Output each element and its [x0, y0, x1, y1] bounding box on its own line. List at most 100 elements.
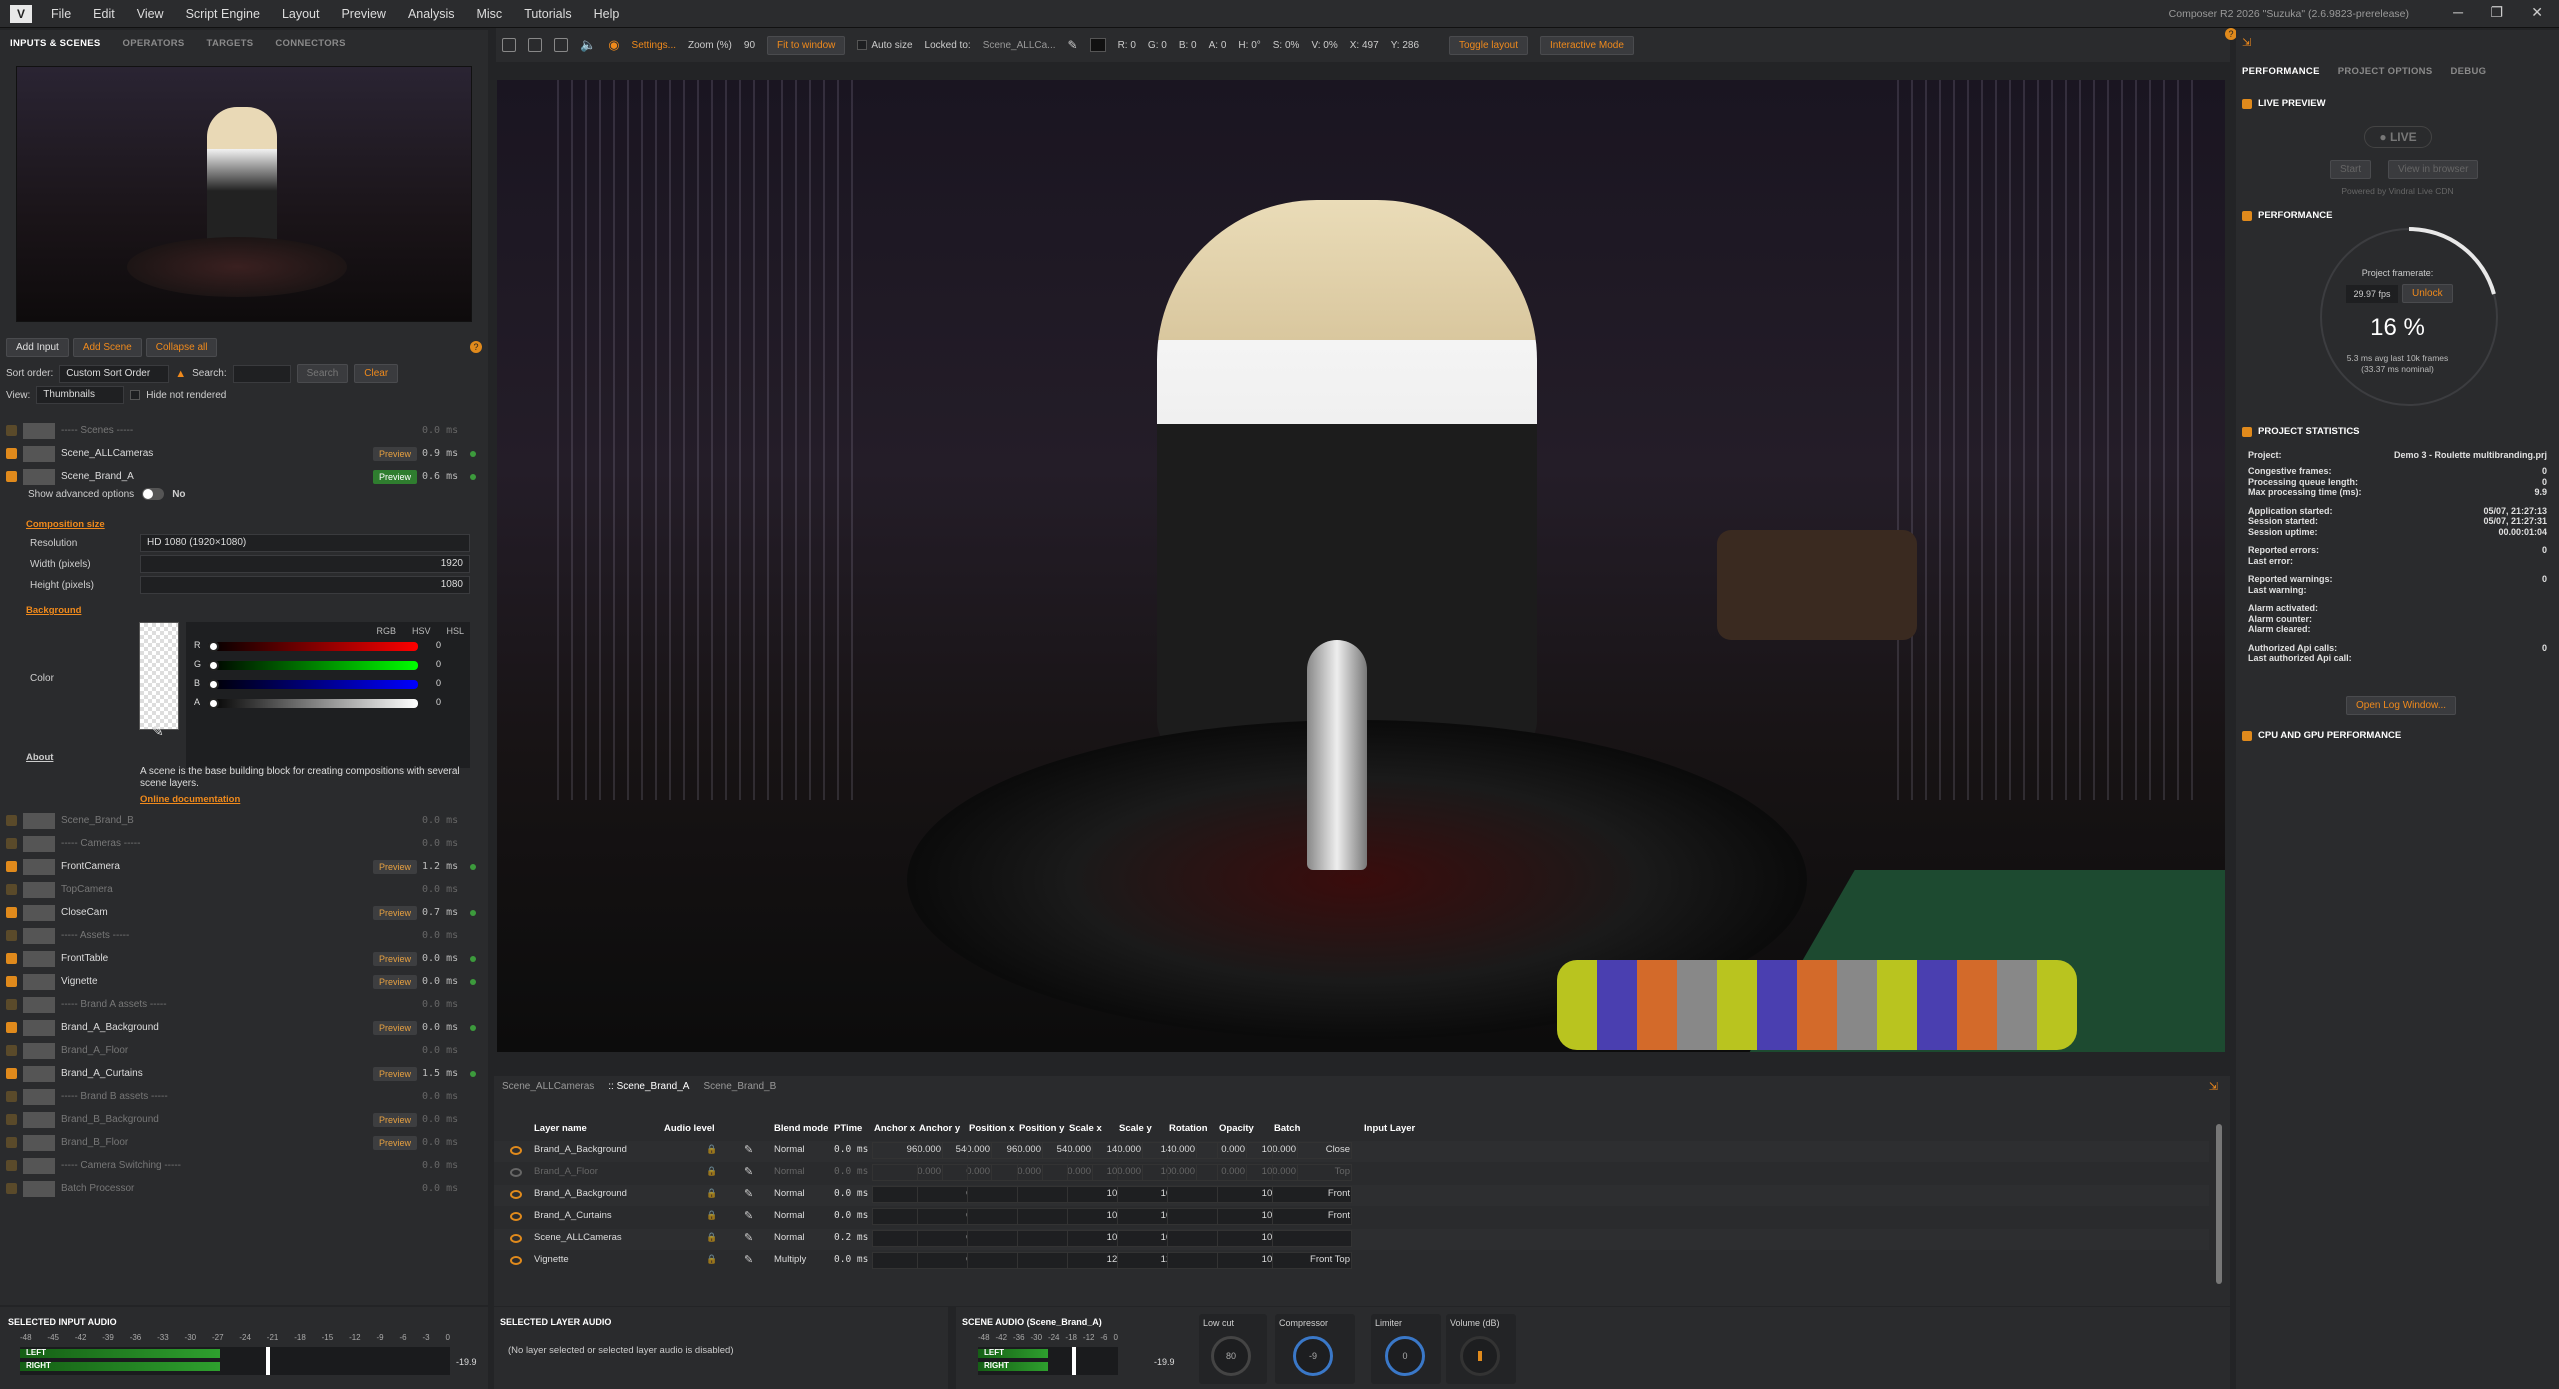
column-header[interactable]: Layer name — [534, 1123, 587, 1134]
lowcut-knob[interactable]: 80 — [1211, 1336, 1251, 1376]
visibility-checkbox[interactable] — [6, 448, 17, 459]
visibility-checkbox[interactable] — [6, 1183, 17, 1194]
hide-not-rendered-checkbox[interactable] — [130, 390, 141, 400]
live-start-button[interactable]: Start — [2330, 160, 2372, 179]
list-item[interactable]: ----- Camera Switching ----- 0.0 ms — [0, 1154, 488, 1177]
column-header[interactable]: Batch — [1274, 1123, 1300, 1134]
layer-visibility-icon[interactable] — [510, 1256, 522, 1265]
list-item[interactable]: Brand_A_Floor 0.0 ms — [0, 1039, 488, 1062]
layer-visibility-icon[interactable] — [510, 1190, 522, 1199]
list-item[interactable]: FrontTable Preview 0.0 ms — [0, 947, 488, 970]
column-header[interactable]: Audio level — [664, 1123, 715, 1134]
visibility-checkbox[interactable] — [6, 815, 17, 826]
breadcrumb-item[interactable]: Scene_ALLCameras — [502, 1081, 594, 1092]
grid-icon[interactable] — [502, 38, 516, 52]
color-picker-icon[interactable]: ✎ — [1068, 38, 1078, 52]
color-swatch[interactable] — [139, 622, 179, 730]
cell-blend[interactable]: Normal — [774, 1210, 805, 1221]
menu-script-engine[interactable]: Script Engine — [175, 7, 271, 21]
channel-slider-handle[interactable] — [208, 660, 219, 671]
visibility-checkbox[interactable] — [6, 838, 17, 849]
list-item[interactable]: Brand_B_Background Preview 0.0 ms — [0, 1108, 488, 1131]
visibility-checkbox[interactable] — [6, 999, 17, 1010]
visibility-checkbox[interactable] — [6, 471, 17, 482]
scene-preview-canvas[interactable] — [497, 80, 2225, 1052]
zoom-value[interactable]: 90 — [744, 40, 755, 51]
lock-icon[interactable]: 🔒 — [706, 1254, 717, 1265]
tab-targets[interactable]: TARGETS — [207, 38, 254, 49]
clear-button[interactable]: Clear — [354, 364, 399, 383]
visibility-checkbox[interactable] — [6, 907, 17, 918]
menu-file[interactable]: File — [40, 7, 82, 21]
lock-icon[interactable]: 🔒 — [706, 1166, 717, 1177]
lock-icon[interactable]: 🔒 — [706, 1210, 717, 1221]
menu-tutorials[interactable]: Tutorials — [513, 7, 582, 21]
settings-button[interactable]: Settings... — [632, 40, 676, 51]
list-item[interactable]: ----- Brand B assets ----- 0.0 ms — [0, 1085, 488, 1108]
list-item[interactable]: CloseCam Preview 0.7 ms — [0, 901, 488, 924]
view-select[interactable]: Thumbnails — [36, 386, 125, 404]
layer-visibility-icon[interactable] — [510, 1168, 522, 1177]
effects-icon[interactable]: ✎ — [744, 1231, 753, 1244]
preview-button[interactable]: Preview — [373, 1020, 418, 1035]
visibility-checkbox[interactable] — [6, 1045, 17, 1056]
menu-help[interactable]: Help — [583, 7, 631, 21]
column-header[interactable]: Input Layer — [1364, 1123, 1415, 1134]
menu-preview[interactable]: Preview — [330, 7, 396, 21]
visibility-checkbox[interactable] — [6, 861, 17, 872]
sort-direction-icon[interactable]: ▲ — [175, 368, 186, 380]
cell-blend[interactable]: Multiply — [774, 1254, 806, 1265]
input-gain-handle[interactable] — [266, 1347, 270, 1375]
channel-slider[interactable] — [208, 642, 418, 651]
online-docs-link[interactable]: Online documentation — [140, 794, 240, 805]
color-mode-rgb[interactable]: RGB — [376, 626, 396, 636]
help-icon[interactable]: ? — [470, 341, 482, 353]
channel-value[interactable]: 0 — [436, 640, 441, 650]
cell-name[interactable]: Brand_A_Background — [534, 1188, 627, 1199]
lock-icon[interactable]: 🔒 — [706, 1144, 717, 1155]
column-header[interactable]: Anchor y — [919, 1123, 960, 1134]
live-preview-header[interactable]: LIVE PREVIEW — [2242, 98, 2326, 109]
preview-button[interactable]: Preview — [373, 1135, 418, 1150]
collapse-all-button[interactable]: Collapse all — [145, 338, 218, 357]
performance-header[interactable]: PERFORMANCE — [2242, 210, 2332, 221]
effects-icon[interactable]: ✎ — [744, 1187, 753, 1200]
column-header[interactable]: PTime — [834, 1123, 862, 1134]
height-field[interactable]: 1080 — [140, 576, 470, 594]
compressor-knob[interactable]: -9 — [1293, 1336, 1333, 1376]
undock-icon[interactable]: ⇲ — [2209, 1080, 2218, 1093]
preview-button[interactable]: Preview — [373, 1066, 418, 1081]
cell-field[interactable] — [1272, 1230, 1352, 1247]
channel-value[interactable]: 0 — [436, 678, 441, 688]
breadcrumb-item[interactable]: Scene_Brand_B — [703, 1081, 776, 1092]
visibility-checkbox[interactable] — [6, 1022, 17, 1033]
list-item[interactable]: ----- Cameras ----- 0.0 ms — [0, 832, 488, 855]
list-item[interactable]: Brand_B_Floor Preview 0.0 ms — [0, 1131, 488, 1154]
effects-icon[interactable]: ✎ — [744, 1165, 753, 1178]
cell-name[interactable]: Brand_A_Background — [534, 1144, 627, 1155]
visibility-checkbox[interactable] — [6, 1091, 17, 1102]
preview-button[interactable]: Preview — [373, 1112, 418, 1127]
menu-layout[interactable]: Layout — [271, 7, 331, 21]
column-header[interactable]: Anchor x — [874, 1123, 915, 1134]
visibility-checkbox[interactable] — [6, 1068, 17, 1079]
list-item[interactable]: Scene_ALLCameras Preview 0.9 ms — [0, 442, 488, 465]
add-scene-button[interactable]: Add Scene — [72, 338, 142, 357]
preview-button[interactable]: Preview — [373, 469, 418, 484]
speaker-icon[interactable]: 🔈 — [580, 37, 596, 53]
column-header[interactable]: Blend mode — [774, 1123, 828, 1134]
tab-debug[interactable]: DEBUG — [2450, 66, 2486, 77]
visibility-checkbox[interactable] — [6, 1137, 17, 1148]
cell-blend[interactable]: Normal — [774, 1144, 805, 1155]
visibility-checkbox[interactable] — [6, 1114, 17, 1125]
column-header[interactable]: Scale x — [1069, 1123, 1102, 1134]
effects-icon[interactable]: ✎ — [744, 1253, 753, 1266]
column-header[interactable]: Rotation — [1169, 1123, 1208, 1134]
lock-icon[interactable]: 🔒 — [706, 1188, 717, 1199]
eye-icon[interactable]: ◉ — [608, 37, 619, 53]
preview-button[interactable]: Preview — [373, 974, 418, 989]
color-mode-hsv[interactable]: HSV — [412, 626, 431, 636]
toggle-layout-button[interactable]: Toggle layout — [1449, 35, 1528, 55]
list-item[interactable]: ----- Brand A assets ----- 0.0 ms — [0, 993, 488, 1016]
open-log-button[interactable]: Open Log Window... — [2346, 696, 2457, 715]
